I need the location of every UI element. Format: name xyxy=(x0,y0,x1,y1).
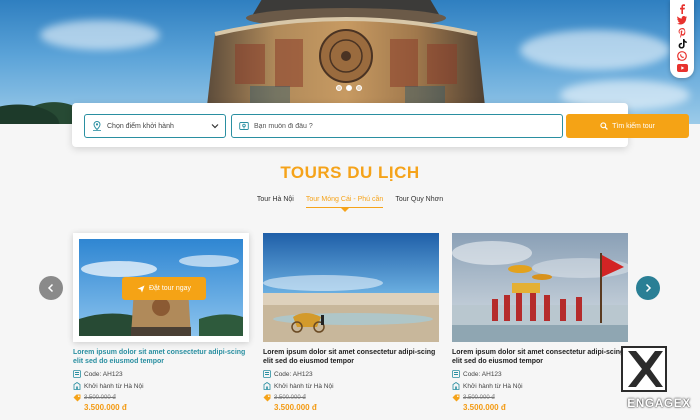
engagex-logo xyxy=(621,346,667,392)
tour-old-price: 3.500.000 đ xyxy=(263,394,439,402)
tour-departure: Khởi hành từ Hà Nội xyxy=(263,382,439,390)
search-tour-button[interactable]: Tìm kiếm tour xyxy=(566,114,689,138)
tour-departure-text: Khởi hành từ Hà Nội xyxy=(84,382,144,390)
tour-code: Code: AH123 xyxy=(263,370,439,378)
code-icon xyxy=(263,370,271,378)
building-icon xyxy=(73,382,81,390)
tour-old-price: 3.500.000 đ xyxy=(452,394,628,402)
building-icon xyxy=(263,382,271,390)
search-icon xyxy=(600,122,608,130)
tour-code: Code: AH123 xyxy=(73,370,249,378)
carousel-dot-active[interactable] xyxy=(346,85,352,91)
tour-code: Code: AH123 xyxy=(452,370,628,378)
social-sidebar xyxy=(670,0,694,78)
old-price: 3.500.000 đ xyxy=(463,395,495,401)
facebook-icon[interactable] xyxy=(677,3,688,14)
tiktok-icon[interactable] xyxy=(677,39,688,50)
chevron-left-icon xyxy=(47,283,54,293)
chevron-right-icon xyxy=(645,283,652,293)
departure-placeholder: Chọn điểm khởi hành xyxy=(107,122,174,130)
youtube-icon[interactable] xyxy=(676,63,688,74)
old-price: 3.500.000 đ xyxy=(274,395,306,401)
tour-departure: Khởi hành từ Hà Nội xyxy=(452,382,628,390)
book-tour-button[interactable]: Đặt tour ngay xyxy=(122,277,206,300)
tour-image[interactable]: Đặt tour ngay xyxy=(73,233,249,342)
search-bar: Chọn điểm khởi hành Tìm kiếm tour xyxy=(72,103,689,147)
tour-departure-text: Khởi hành từ Hà Nội xyxy=(274,382,334,390)
price-tag-icon xyxy=(73,394,81,402)
tour-old-price: 3.500.000 đ xyxy=(73,394,249,402)
carousel-dots xyxy=(336,85,362,91)
whatsapp-icon[interactable] xyxy=(677,51,688,62)
destination-input[interactable] xyxy=(254,122,534,130)
engagex-label: ENGAGEX xyxy=(627,396,691,410)
tour-price: 3.500.000 đ xyxy=(463,403,506,412)
page: Chọn điểm khởi hành Tìm kiếm tour TOURS … xyxy=(0,0,700,420)
tab-tour-quy-nhon[interactable]: Tour Quy Nhơn xyxy=(395,196,443,208)
tour-tabs: Tour Hà Nội Tour Móng Cái - Phú cần Tour… xyxy=(0,196,700,212)
tour-image[interactable] xyxy=(452,233,628,342)
destination-field[interactable] xyxy=(231,114,563,138)
tour-name[interactable]: Lorem ipsum dolor sit amet consectetur a… xyxy=(73,348,249,366)
section-title: TOURS DU LỊCH xyxy=(280,163,420,182)
tour-name[interactable]: Lorem ipsum dolor sit amet consectetur a… xyxy=(263,348,439,366)
carousel-prev-button[interactable] xyxy=(39,276,63,300)
twitter-icon[interactable] xyxy=(677,15,688,26)
location-icon xyxy=(93,121,101,131)
search-tour-button-label: Tìm kiếm tour xyxy=(612,122,655,130)
carousel-next-button[interactable] xyxy=(636,276,660,300)
carousel-dot[interactable] xyxy=(356,85,362,91)
chevron-down-icon xyxy=(211,124,219,129)
tour-card[interactable]: Đặt tour ngay Lorem ipsum dolor sit amet… xyxy=(73,233,249,412)
price-tag-icon xyxy=(452,394,460,402)
carousel-dot[interactable] xyxy=(336,85,342,91)
tab-tour-mong-cai[interactable]: Tour Móng Cái - Phú cần xyxy=(305,196,384,212)
code-icon xyxy=(452,370,460,378)
tour-image[interactable] xyxy=(263,233,439,342)
tour-code-text: Code: AH123 xyxy=(463,370,502,378)
tour-card[interactable]: Lorem ipsum dolor sit amet consectetur a… xyxy=(263,233,439,412)
price-tag-icon xyxy=(263,394,271,402)
code-icon xyxy=(73,370,81,378)
send-icon xyxy=(137,285,145,292)
tour-card[interactable]: Lorem ipsum dolor sit amet consectetur a… xyxy=(452,233,628,412)
tour-price: 3.500.000 đ xyxy=(84,403,127,412)
book-tour-label: Đặt tour ngay xyxy=(148,285,192,292)
engagex-watermark: ENGAGEX xyxy=(619,346,700,420)
tour-name[interactable]: Lorem ipsum dolor sit amet consectetur a… xyxy=(452,348,628,366)
tour-code-text: Code: AH123 xyxy=(84,370,123,378)
tour-code-text: Code: AH123 xyxy=(274,370,313,378)
tour-departure: Khởi hành từ Hà Nội xyxy=(73,382,249,390)
old-price: 3.500.000 đ xyxy=(84,395,116,401)
pinterest-icon[interactable] xyxy=(677,27,688,38)
departure-select[interactable]: Chọn điểm khởi hành xyxy=(84,114,226,138)
building-icon xyxy=(452,382,460,390)
tab-tour-ha-noi[interactable]: Tour Hà Nội xyxy=(257,196,294,208)
map-pin-icon xyxy=(239,122,249,130)
tour-price: 3.500.000 đ xyxy=(274,403,317,412)
tour-departure-text: Khởi hành từ Hà Nội xyxy=(463,382,523,390)
